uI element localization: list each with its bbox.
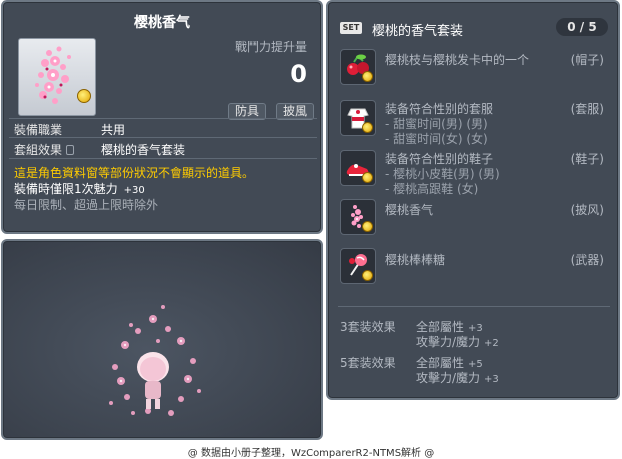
coin-icon [362,270,373,281]
limit-text-label: 裝備時僅限1次魅力 [14,182,118,196]
coin-icon [77,89,91,103]
job-label: 裝備職業 [14,123,63,137]
set-effect-panel: SET 樱桃的香气套装 0 / 5 樱桃枝与樱桃发卡中的一个 (帽子) 装备符合… [326,0,620,400]
coin-icon [362,221,373,232]
set-item-sub: - 甜蜜时间(女) (女) [385,132,488,146]
limit-bonus: +30 [123,185,145,196]
avatar-preview-image [109,305,201,416]
set-item-type: (帽子) [570,53,604,67]
set-effect-3-label: 3套装效果 [340,320,396,334]
set-item-type: (套服) [570,102,604,116]
set-effect-value: 樱桃的香气套装 [101,143,186,157]
set-item-name: 樱桃香气 [385,203,434,217]
set-title: 樱桃的香气套装 [372,24,464,39]
set-item-type: (披风) [570,203,604,217]
set-item-name: 樱桃枝与樱桃发卡中的一个 [385,53,530,67]
divider [338,306,610,307]
cherry-aroma-icon [340,199,376,235]
set-count: 0 / 5 [556,18,608,36]
lock-icon [66,145,75,155]
effect-stat-value: +3 [484,374,499,385]
limit-text: 裝備時僅限1次魅力 +30 [14,180,145,197]
set-item-type: (鞋子) [570,152,604,166]
effect-stat-name: 全部屬性 [416,320,465,334]
coin-icon [362,122,373,133]
effect-stat-name: 全部屬性 [416,356,465,370]
power-label: 戰鬥力提升量 [234,40,307,54]
coin-icon [362,71,373,82]
divider [9,118,317,119]
daily-limit-text: 每日限制、超過上限時除外 [14,198,159,212]
set-badge: SET [340,22,362,34]
cherry-hat-icon [340,49,376,85]
coin-icon [362,172,373,183]
item-tooltip-panel: 樱桃香气 戰鬥力提升量 0 防具 披風 裝備職業 共用 套組效果 樱桃的香气套装 [1,0,323,234]
item-title: 樱桃香气 [134,15,190,31]
effect-stat-value: +2 [484,338,499,349]
set-effect-label-text: 套組效果 [14,143,63,157]
set-effect-5-label: 5套装效果 [340,356,396,370]
power-value: 0 [290,60,307,88]
divider [9,158,317,159]
warning-text: 這是角色資料窗等部份狀況不會顯示的道具。 [14,166,255,180]
job-value: 共用 [101,123,126,137]
set-item-name: 樱桃棒棒糖 [385,253,446,267]
set-item-sub: - 樱桃高跟鞋 (女) [385,182,479,196]
suit-icon [340,100,376,136]
footer-credit: @ 数据由小册子整理，WzComparerR2-NTMS解析 @ [187,448,435,459]
item-icon-box [18,38,96,116]
effect-stat-name: 攻擊力/魔力 [416,335,481,349]
cherry-aroma-icon [35,46,71,104]
lollipop-icon [340,248,376,284]
set-effect-3-line: 攻擊力/魔力 +2 [416,333,499,350]
avatar-preview-panel [1,239,323,440]
divider [9,137,317,138]
effect-stat-name: 攻擊力/魔力 [416,371,481,385]
set-effect-label: 套組效果 [14,141,75,158]
set-item-type: (武器) [570,253,604,267]
set-effect-5-line: 攻擊力/魔力 +3 [416,369,499,386]
shoes-icon [340,150,376,186]
